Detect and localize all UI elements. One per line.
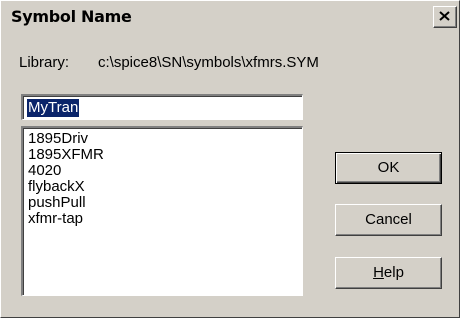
title-bar: Symbol Name <box>3 3 457 31</box>
list-item[interactable]: pushPull <box>28 195 86 211</box>
ok-button[interactable]: OK <box>335 152 442 184</box>
symbol-name-dialog: Symbol Name Library: c:\spice8\SN\symbol… <box>0 0 460 318</box>
symbol-name-value: MyTran <box>27 99 80 117</box>
list-item[interactable]: xfmr-tap <box>28 211 83 227</box>
window-title: Symbol Name <box>11 7 132 26</box>
list-item[interactable]: 1895Driv <box>28 131 88 147</box>
close-button[interactable] <box>433 6 457 28</box>
list-item[interactable]: flybackX <box>28 179 85 195</box>
help-label: elp <box>383 264 404 281</box>
help-hotkey: H <box>373 264 384 281</box>
list-item[interactable]: 1895XFMR <box>28 147 104 163</box>
cancel-button[interactable]: Cancel <box>335 204 442 236</box>
list-item[interactable]: 4020 <box>28 163 61 179</box>
close-icon <box>439 11 450 21</box>
symbol-name-input[interactable]: MyTran <box>21 94 303 120</box>
symbol-list[interactable]: 1895Driv 1895XFMR 4020 flybackX pushPull… <box>21 126 303 296</box>
library-path: c:\spice8\SN\symbols\xfmrs.SYM <box>98 54 319 71</box>
library-label: Library: <box>19 54 70 71</box>
help-button[interactable]: Help <box>335 257 442 289</box>
